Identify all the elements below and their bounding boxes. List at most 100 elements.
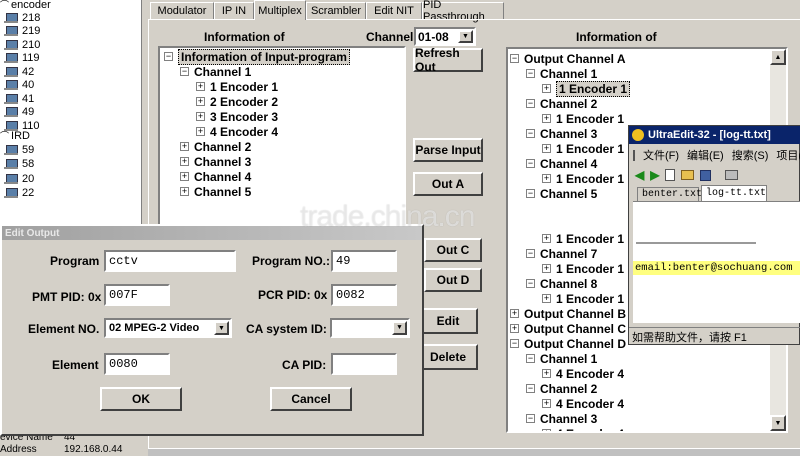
- tree-root-output-a[interactable]: − Output Channel A: [510, 51, 626, 66]
- collapse-icon[interactable]: −: [526, 129, 535, 138]
- encoder-group[interactable]: ⌒ encoder: [0, 0, 51, 11]
- tab-multiplex[interactable]: Multiplex: [254, 0, 306, 20]
- tree-encoder[interactable]: +1 Encoder 1: [542, 141, 624, 156]
- collapse-icon[interactable]: −: [526, 99, 535, 108]
- device-item[interactable]: 40: [4, 79, 34, 92]
- tree-encoder[interactable]: +1 Encoder 1: [542, 291, 624, 306]
- collapse-icon[interactable]: −: [526, 414, 535, 423]
- collapse-icon[interactable]: −: [526, 384, 535, 393]
- file-tab-log-tt[interactable]: log-tt.txt: [701, 185, 767, 201]
- expand-icon[interactable]: +: [542, 294, 551, 303]
- tree-channel[interactable]: − Channel 3: [526, 126, 597, 141]
- device-item[interactable]: 22: [4, 187, 34, 200]
- scroll-up-icon[interactable]: ▲: [770, 49, 786, 65]
- collapse-icon[interactable]: −: [526, 279, 535, 288]
- menu-file[interactable]: 文件(F): [643, 147, 679, 163]
- device-item[interactable]: 210: [4, 38, 40, 51]
- file-tab-benter[interactable]: benter.txt: [637, 187, 702, 201]
- device-item[interactable]: 49: [4, 106, 34, 119]
- tree-encoder[interactable]: +4 Encoder 4: [542, 426, 624, 431]
- expand-icon[interactable]: +: [180, 157, 189, 166]
- tree-output-b[interactable]: + Output Channel B: [510, 306, 626, 321]
- pcr-pid-field[interactable]: 0082: [331, 284, 397, 306]
- tree-channel[interactable]: − Channel 3: [526, 411, 597, 426]
- delete-button[interactable]: Delete: [418, 344, 478, 370]
- expand-icon[interactable]: +: [180, 187, 189, 196]
- ultraedit-editor[interactable]: email:benter@sochuang.com: [633, 201, 800, 323]
- collapse-icon[interactable]: −: [510, 339, 519, 348]
- device-item[interactable]: 219: [4, 25, 40, 38]
- chevron-down-icon[interactable]: ▼: [392, 321, 407, 335]
- tree-output-c[interactable]: + Output Channel C: [510, 321, 626, 336]
- device-item[interactable]: 58: [4, 158, 34, 171]
- expand-icon[interactable]: +: [180, 172, 189, 181]
- tab-modulator[interactable]: Modulator: [150, 2, 214, 19]
- open-folder-icon[interactable]: [681, 170, 695, 180]
- expand-icon[interactable]: +: [510, 324, 519, 333]
- cancel-button[interactable]: Cancel: [270, 387, 352, 411]
- tree-channel[interactable]: − Channel 7: [526, 246, 597, 261]
- tree-channel[interactable]: + Channel 4: [180, 169, 251, 184]
- collapse-icon[interactable]: −: [526, 159, 535, 168]
- edit-button[interactable]: Edit: [418, 308, 478, 334]
- tree-channel[interactable]: + Channel 3: [180, 154, 251, 169]
- menu-project[interactable]: 项目(: [776, 147, 800, 163]
- ca-system-id-select[interactable]: ▼: [330, 318, 410, 338]
- out-d-button[interactable]: Out D: [424, 268, 482, 292]
- tab-ip-in[interactable]: IP IN: [214, 2, 254, 19]
- tree-encoder[interactable]: +4 Encoder 4: [542, 366, 624, 381]
- pmt-pid-field[interactable]: 007F: [104, 284, 170, 306]
- tree-channel[interactable]: − Channel 8: [526, 276, 597, 291]
- device-item[interactable]: 20: [4, 172, 34, 185]
- device-item[interactable]: 59: [4, 143, 34, 156]
- expand-icon[interactable]: +: [542, 264, 551, 273]
- program-no-field[interactable]: 49: [331, 250, 397, 272]
- collapse-icon[interactable]: −: [526, 249, 535, 258]
- tree-channel[interactable]: − Channel 1: [526, 66, 597, 81]
- print-icon[interactable]: [725, 170, 739, 180]
- expand-icon[interactable]: +: [542, 114, 551, 123]
- tab-scrambler[interactable]: Scrambler: [306, 2, 366, 19]
- expand-icon[interactable]: +: [542, 369, 551, 378]
- chevron-down-icon[interactable]: ▼: [458, 30, 473, 43]
- ultraedit-titlebar[interactable]: UltraEdit-32 - [log-tt.txt]: [629, 126, 800, 144]
- collapse-icon[interactable]: −: [180, 67, 189, 76]
- expand-icon[interactable]: +: [196, 112, 205, 121]
- tree-encoder[interactable]: +4 Encoder 4: [542, 396, 624, 411]
- channel-select[interactable]: 01-08 ▼: [414, 27, 476, 46]
- forward-arrow-icon[interactable]: ▶: [650, 168, 659, 182]
- tree-channel[interactable]: + Channel 5: [180, 184, 251, 199]
- tree-encoder[interactable]: +1 Encoder 1: [542, 261, 624, 276]
- tree-channel[interactable]: − Channel 4: [526, 156, 597, 171]
- expand-icon[interactable]: +: [542, 399, 551, 408]
- chevron-down-icon[interactable]: ▼: [214, 321, 229, 335]
- expand-icon[interactable]: +: [542, 144, 551, 153]
- parse-input-button[interactable]: Parse Input: [413, 138, 483, 162]
- tree-channel[interactable]: − Channel 2: [526, 381, 597, 396]
- scroll-down-icon[interactable]: ▼: [770, 415, 786, 431]
- tree-channel[interactable]: − Channel 2: [526, 96, 597, 111]
- tree-channel[interactable]: − Channel 1: [526, 351, 597, 366]
- program-field[interactable]: cctv: [104, 250, 236, 272]
- out-c-button[interactable]: Out C: [424, 238, 482, 262]
- expand-icon[interactable]: +: [196, 97, 205, 106]
- tree-encoder[interactable]: +1 Encoder 1: [542, 171, 624, 186]
- element-no-select[interactable]: 02 MPEG-2 Video ▼: [104, 318, 232, 338]
- tree-channel[interactable]: − Channel 5: [526, 186, 597, 201]
- tree-encoder[interactable]: +1 Encoder 1: [542, 231, 624, 246]
- tree-output-d[interactable]: − Output Channel D: [510, 336, 626, 351]
- ird-group[interactable]: ⌒ IRD: [0, 129, 30, 142]
- ultraedit-window[interactable]: UltraEdit-32 - [log-tt.txt] 文件(F) 编辑(E) …: [628, 125, 800, 345]
- refresh-out-button[interactable]: Refresh Out: [413, 46, 483, 74]
- tree-channel-1[interactable]: − Channel 1: [180, 64, 251, 79]
- ca-pid-field[interactable]: [331, 353, 397, 375]
- expand-icon[interactable]: +: [196, 127, 205, 136]
- ok-button[interactable]: OK: [100, 387, 182, 411]
- collapse-icon[interactable]: −: [526, 354, 535, 363]
- tree-channel[interactable]: + Channel 2: [180, 139, 251, 154]
- expand-icon[interactable]: +: [542, 174, 551, 183]
- back-arrow-icon[interactable]: ◀: [635, 168, 644, 182]
- expand-icon[interactable]: +: [180, 142, 189, 151]
- collapse-icon[interactable]: −: [526, 69, 535, 78]
- device-item[interactable]: 119: [4, 52, 40, 65]
